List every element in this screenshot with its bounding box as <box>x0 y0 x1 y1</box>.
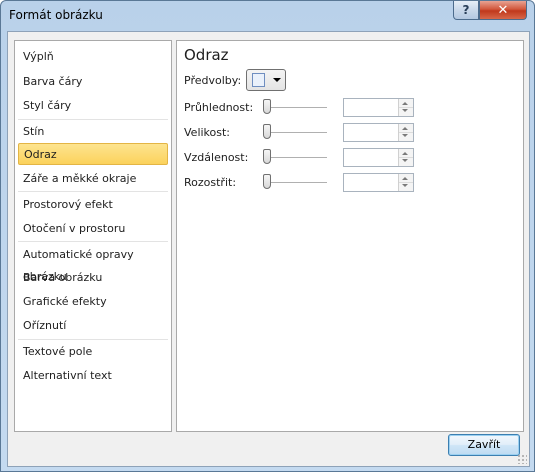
spin-divider <box>399 107 413 108</box>
spin-divider <box>399 157 413 158</box>
transparency-spin-buttons[interactable] <box>398 99 413 116</box>
spin-up-icon[interactable] <box>402 177 408 180</box>
help-button[interactable]: ? <box>453 1 479 20</box>
size-slider-track[interactable] <box>265 132 327 133</box>
transparency-spinbox[interactable] <box>343 98 414 117</box>
nav-item-shadow[interactable]: Stín <box>18 121 168 143</box>
blur-slider-track[interactable] <box>265 182 327 183</box>
spin-up-icon[interactable] <box>402 102 408 105</box>
transparency-slider-track[interactable] <box>265 107 327 108</box>
spin-divider <box>399 182 413 183</box>
distance-slider-thumb[interactable] <box>263 149 271 164</box>
spin-divider <box>399 132 413 133</box>
distance-slider-track[interactable] <box>265 157 327 158</box>
transparency-slider-thumb[interactable] <box>263 99 271 114</box>
resize-grip-icon[interactable] <box>517 454 527 464</box>
window-title: Formát obrázku <box>9 8 103 22</box>
blur-spin-buttons[interactable] <box>398 174 413 191</box>
panel-title: Odraz <box>184 46 229 64</box>
close-button[interactable]: Zavřít <box>448 434 520 456</box>
spin-up-icon[interactable] <box>402 127 408 130</box>
chevron-down-icon <box>273 78 281 82</box>
size-slider-thumb[interactable] <box>263 124 271 139</box>
nav-item-reflection[interactable]: Odraz <box>18 143 168 165</box>
nav-item-crop[interactable]: Oříznutí <box>18 315 168 337</box>
distance-label: Vzdálenost: <box>184 151 249 164</box>
nav-item-picture-corrections[interactable]: Automatické opravy obrázku <box>18 244 168 283</box>
size-label: Velikost: <box>184 126 231 139</box>
close-icon: ✕ <box>497 2 509 18</box>
spin-down-icon[interactable] <box>402 109 408 112</box>
dialog-window: Formát obrázku ? ✕ Výplň Barva čáry Styl… <box>0 0 535 472</box>
nav-item-artistic-effects[interactable]: Grafické efekty <box>18 291 168 313</box>
close-window-button[interactable]: ✕ <box>479 1 527 20</box>
presets-dropdown[interactable] <box>246 69 286 91</box>
spin-up-icon[interactable] <box>402 152 408 155</box>
reflection-preset-icon <box>252 73 265 87</box>
title-bar[interactable]: Formát obrázku ? ✕ <box>1 1 534 31</box>
spin-down-icon[interactable] <box>402 184 408 187</box>
nav-item-text-box[interactable]: Textové pole <box>18 341 168 363</box>
distance-spin-buttons[interactable] <box>398 149 413 166</box>
nav-separator <box>18 241 168 242</box>
blur-label: Rozostřit: <box>184 176 237 189</box>
category-list: Výplň Barva čáry Styl čáry Stín Odraz Zá… <box>14 40 172 432</box>
nav-separator <box>18 119 168 120</box>
dialog-client-area: Výplň Barva čáry Styl čáry Stín Odraz Zá… <box>7 31 530 467</box>
nav-separator <box>18 191 168 192</box>
nav-item-fill[interactable]: Výplň <box>18 46 168 68</box>
presets-label: Předvolby: <box>184 74 242 87</box>
nav-item-glow-soft-edges[interactable]: Záře a měkké okraje <box>18 168 168 190</box>
nav-item-line-style[interactable]: Styl čáry <box>18 95 168 117</box>
spin-down-icon[interactable] <box>402 159 408 162</box>
blur-slider-thumb[interactable] <box>263 174 271 189</box>
nav-item-line-color[interactable]: Barva čáry <box>18 71 168 93</box>
size-spinbox[interactable] <box>343 123 414 142</box>
distance-spinbox[interactable] <box>343 148 414 167</box>
spin-down-icon[interactable] <box>402 134 408 137</box>
nav-item-picture-color[interactable]: Barva obrázku <box>18 267 168 289</box>
transparency-label: Průhlednost: <box>184 101 254 114</box>
blur-spinbox[interactable] <box>343 173 414 192</box>
reflection-panel: Odraz Předvolby: Průhlednost: Velikost: <box>176 40 524 432</box>
nav-item-3d-format[interactable]: Prostorový efekt <box>18 194 168 216</box>
nav-item-alt-text[interactable]: Alternativní text <box>18 365 168 387</box>
nav-item-3d-rotation[interactable]: Otočení v prostoru <box>18 218 168 240</box>
help-icon: ? <box>462 3 470 17</box>
size-spin-buttons[interactable] <box>398 124 413 141</box>
nav-separator <box>18 339 168 340</box>
